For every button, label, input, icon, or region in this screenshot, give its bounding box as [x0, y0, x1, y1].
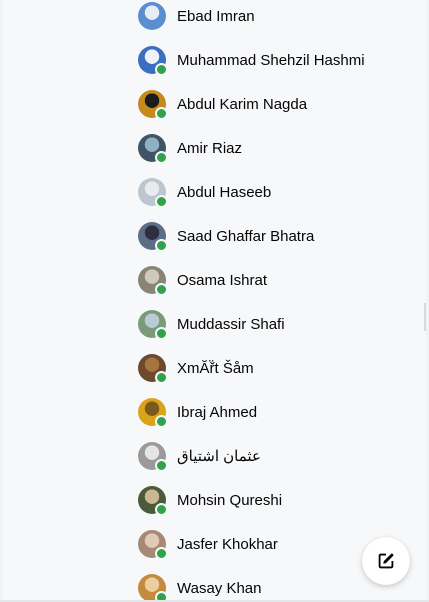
avatar: [138, 486, 168, 516]
contact-list: Ebad Imran Muhammad Shehzil Hashmi Abdul K…: [2, 0, 426, 600]
avatar: [138, 178, 168, 208]
contact-name: Osama Ishrat: [177, 271, 268, 289]
avatar-image: [138, 2, 166, 30]
contact-name: Mohsin Qureshi: [177, 491, 283, 509]
avatar: [138, 442, 168, 472]
online-status-icon: [155, 195, 168, 208]
new-message-icon: [378, 553, 394, 569]
contact-name: Muhammad Shehzil Hashmi: [177, 51, 365, 69]
online-status-icon: [155, 415, 168, 428]
avatar: [138, 90, 168, 120]
contact-name: Muddassir Shafi: [177, 315, 285, 333]
online-status-icon: [155, 63, 168, 76]
contact-item[interactable]: Muddassir Shafi: [2, 302, 426, 346]
avatar: [138, 310, 168, 340]
online-status-icon: [155, 459, 168, 472]
contact-name: Abdul Karim Nagda: [177, 95, 308, 113]
contact-name: Wasay Khan: [177, 579, 262, 597]
contacts-panel: Ebad Imran Muhammad Shehzil Hashmi Abdul K…: [2, 0, 426, 600]
avatar: [138, 222, 168, 252]
online-status-icon: [155, 547, 168, 560]
scrollbar-thumb[interactable]: [424, 303, 426, 331]
avatar: [138, 354, 168, 384]
avatar: [138, 2, 166, 30]
contact-item[interactable]: XmĂř̈t Šåm: [2, 346, 426, 390]
contact-name: Ibraj Ahmed: [177, 403, 258, 421]
contact-name: عثمان اشتیاق: [177, 448, 261, 465]
contact-item[interactable]: Amir Riaz: [2, 126, 426, 170]
online-status-icon: [155, 503, 168, 516]
contact-item[interactable]: Abdul Karim Nagda: [2, 82, 426, 126]
avatar: [138, 398, 168, 428]
contact-item[interactable]: Muhammad Shehzil Hashmi: [2, 38, 426, 82]
contact-name: Saad Ghaffar Bhatra: [177, 227, 315, 245]
contact-item[interactable]: عثمان اشتیاق: [2, 434, 426, 478]
avatar: [138, 530, 168, 560]
contact-name: Amir Riaz: [177, 139, 243, 157]
contact-item[interactable]: Ibraj Ahmed: [2, 390, 426, 434]
contact-item[interactable]: Osama Ishrat: [2, 258, 426, 302]
contact-name: XmĂř̈t Šåm: [177, 359, 254, 377]
online-status-icon: [155, 327, 168, 340]
contact-name: Jasfer Khokhar: [177, 535, 278, 553]
online-status-icon: [155, 239, 168, 252]
online-status-icon: [155, 283, 168, 296]
contact-item[interactable]: Wasay Khan: [2, 566, 426, 600]
contact-name: Ebad Imran: [177, 7, 255, 25]
avatar: [138, 46, 168, 76]
contact-name: Abdul Haseeb: [177, 183, 272, 201]
online-status-icon: [155, 151, 168, 164]
contact-item[interactable]: Saad Ghaffar Bhatra: [2, 214, 426, 258]
contact-item[interactable]: Ebad Imran: [2, 0, 426, 38]
avatar: [138, 574, 168, 600]
avatar: [138, 134, 168, 164]
contact-item[interactable]: Mohsin Qureshi: [2, 478, 426, 522]
online-status-icon: [155, 371, 168, 384]
online-status-icon: [155, 591, 168, 600]
contact-item[interactable]: Abdul Haseeb: [2, 170, 426, 214]
new-message-button[interactable]: [362, 537, 410, 585]
online-status-icon: [155, 107, 168, 120]
avatar: [138, 266, 168, 296]
